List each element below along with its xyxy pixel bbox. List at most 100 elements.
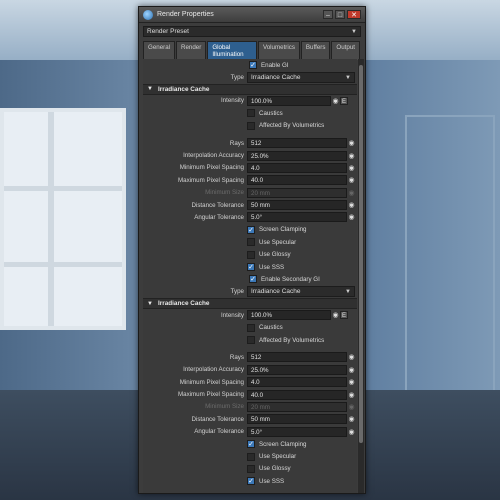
- enable-gi-checkbox[interactable]: ✓: [249, 61, 257, 70]
- caustics-checkbox[interactable]: [247, 109, 255, 118]
- secondary-use-specular-label: Use Specular: [259, 453, 297, 461]
- secondary-interpolation-accuracy-label: Interpolation Accuracy: [183, 366, 244, 374]
- secondary-distance-tolerance-field[interactable]: 50 mm: [247, 414, 347, 425]
- tab-render[interactable]: Render: [176, 41, 207, 60]
- min-pixel-spacing-field[interactable]: 4.0: [247, 162, 347, 173]
- secondary-max-pixel-spacing-field[interactable]: 40.0: [247, 389, 347, 400]
- secondary-use-sss-checkbox[interactable]: ✓: [247, 477, 255, 486]
- scrollbar-thumb[interactable]: [359, 65, 363, 443]
- secondary-affected-by-volumetrics-checkbox[interactable]: [247, 336, 255, 344]
- vertical-scrollbar[interactable]: [358, 59, 364, 493]
- eye-icon[interactable]: ◉: [347, 213, 356, 221]
- use-glossy-checkbox[interactable]: [247, 250, 255, 259]
- rays-field[interactable]: 512: [247, 138, 347, 149]
- intensity-label: Intensity: [220, 97, 244, 105]
- secondary-distance-tolerance-label: Distance Tolerance: [191, 415, 244, 423]
- eye-icon: ◉: [348, 403, 355, 411]
- eye-icon[interactable]: ◉: [347, 201, 356, 209]
- max-pixel-spacing-field[interactable]: 40.0: [247, 175, 347, 186]
- chevron-down-icon: ▼: [345, 74, 351, 81]
- secondary-rays-field[interactable]: 512: [247, 352, 347, 363]
- secondary-caustics-checkbox[interactable]: [247, 323, 255, 332]
- secondary-type-dropdown[interactable]: Irradiance Cache ▼: [247, 286, 355, 298]
- eye-icon[interactable]: ◉: [347, 428, 356, 436]
- envelope-button[interactable]: E: [340, 96, 348, 105]
- secondary-max-pixel-spacing-label: Maximum Pixel Spacing: [177, 391, 244, 399]
- secondary-affected-by-volumetrics-label: Affected By Volumetrics: [259, 336, 325, 344]
- use-sss-label: Use SSS: [259, 263, 285, 271]
- use-glossy-label: Use Glossy: [259, 251, 291, 259]
- secondary-angular-tolerance-label: Angular Tolerance: [194, 428, 244, 436]
- distance-tolerance-label: Distance Tolerance: [191, 201, 244, 209]
- minimum-size-label: Minimum Size: [205, 189, 244, 197]
- render-properties-window: Render Properties – □ ✕ Render Preset ▼ …: [138, 6, 366, 494]
- eye-icon[interactable]: ◉: [347, 164, 356, 172]
- eye-icon[interactable]: ◉: [347, 378, 356, 386]
- envelope-button[interactable]: E: [340, 311, 348, 320]
- eye-icon[interactable]: ◉: [347, 366, 356, 374]
- eye-icon[interactable]: ◉: [347, 353, 356, 361]
- chevron-down-icon: ▼: [351, 28, 357, 35]
- secondary-interpolation-accuracy-field[interactable]: 25.0%: [247, 364, 347, 375]
- tab-global-illumination[interactable]: Global Illumination: [207, 41, 257, 60]
- maximize-button[interactable]: □: [335, 10, 345, 19]
- eye-icon[interactable]: ◉: [347, 152, 356, 160]
- affected-by-volumetrics-checkbox[interactable]: [247, 121, 255, 130]
- background-window: [0, 108, 126, 330]
- use-specular-checkbox[interactable]: [247, 238, 255, 247]
- tab-bar: General Render Global Illumination Volum…: [139, 41, 365, 60]
- secondary-intensity-field[interactable]: 100.0%: [247, 310, 331, 321]
- secondary-use-glossy-checkbox[interactable]: [247, 464, 255, 473]
- secondary-min-pixel-spacing-field[interactable]: 4.0: [247, 377, 347, 388]
- max-pixel-spacing-label: Maximum Pixel Spacing: [177, 176, 244, 184]
- screen-clamping-checkbox[interactable]: ✓: [247, 225, 255, 234]
- eye-icon[interactable]: ◉: [331, 311, 340, 319]
- secondary-caustics-label: Caustics: [259, 324, 283, 332]
- gi-type-dropdown[interactable]: Irradiance Cache ▼: [247, 72, 355, 84]
- intensity-field[interactable]: 100.0%: [247, 95, 331, 106]
- tab-output[interactable]: Output: [331, 41, 360, 60]
- eye-icon[interactable]: ◉: [347, 139, 356, 147]
- enable-secondary-gi-checkbox[interactable]: ✓: [249, 275, 257, 284]
- secondary-screen-clamping-label: Screen Clamping: [259, 440, 307, 448]
- secondary-use-specular-checkbox[interactable]: [247, 452, 255, 461]
- screen-clamping-label: Screen Clamping: [259, 226, 307, 234]
- app-icon: [143, 9, 153, 20]
- interpolation-accuracy-label: Interpolation Accuracy: [183, 152, 244, 160]
- window-title: Render Properties: [157, 11, 214, 18]
- secondary-type-value: Irradiance Cache: [251, 288, 301, 296]
- eye-icon[interactable]: ◉: [347, 176, 356, 184]
- distance-tolerance-field[interactable]: 50 mm: [247, 200, 347, 211]
- gi-panel: ✓ Enable GI Type Irradiance Cache ▼ ▼ Ir…: [143, 59, 357, 493]
- tab-general[interactable]: General: [143, 41, 176, 60]
- angular-tolerance-label: Angular Tolerance: [194, 213, 244, 221]
- use-sss-checkbox[interactable]: ✓: [247, 263, 255, 272]
- eye-icon[interactable]: ◉: [347, 391, 356, 399]
- interpolation-accuracy-field[interactable]: 25.0%: [247, 150, 347, 161]
- tab-volumetrics[interactable]: Volumetrics: [257, 41, 300, 60]
- gi-type-label: Type: [230, 74, 244, 82]
- angular-tolerance-field[interactable]: 5.0°: [247, 212, 347, 223]
- collapse-icon: ▼: [147, 300, 153, 307]
- render-preset-dropdown[interactable]: Render Preset ▼: [143, 26, 361, 37]
- secondary-rays-label: Rays: [229, 353, 244, 361]
- secondary-irradiance-cache-section[interactable]: ▼ Irradiance Cache: [143, 298, 357, 310]
- close-button[interactable]: ✕: [347, 10, 361, 19]
- use-specular-label: Use Specular: [259, 238, 297, 246]
- secondary-type-label: Type: [230, 288, 244, 296]
- eye-icon[interactable]: ◉: [331, 97, 340, 105]
- secondary-use-glossy-label: Use Glossy: [259, 465, 291, 473]
- eye-icon[interactable]: ◉: [347, 415, 356, 423]
- tab-buffers[interactable]: Buffers: [300, 41, 331, 60]
- gi-type-value: Irradiance Cache: [251, 74, 301, 82]
- secondary-angular-tolerance-field[interactable]: 5.0°: [247, 426, 347, 437]
- chevron-down-icon: ▼: [345, 288, 351, 295]
- irradiance-cache-section[interactable]: ▼ Irradiance Cache: [143, 83, 357, 95]
- enable-gi-label: Enable GI: [261, 61, 289, 69]
- title-bar[interactable]: Render Properties – □ ✕: [139, 7, 365, 23]
- enable-secondary-gi-label: Enable Secondary GI: [261, 275, 320, 283]
- secondary-minimum-size-label: Minimum Size: [205, 403, 244, 411]
- secondary-min-pixel-spacing-label: Minimum Pixel Spacing: [179, 378, 244, 386]
- minimize-button[interactable]: –: [323, 10, 333, 19]
- secondary-screen-clamping-checkbox[interactable]: ✓: [247, 440, 255, 449]
